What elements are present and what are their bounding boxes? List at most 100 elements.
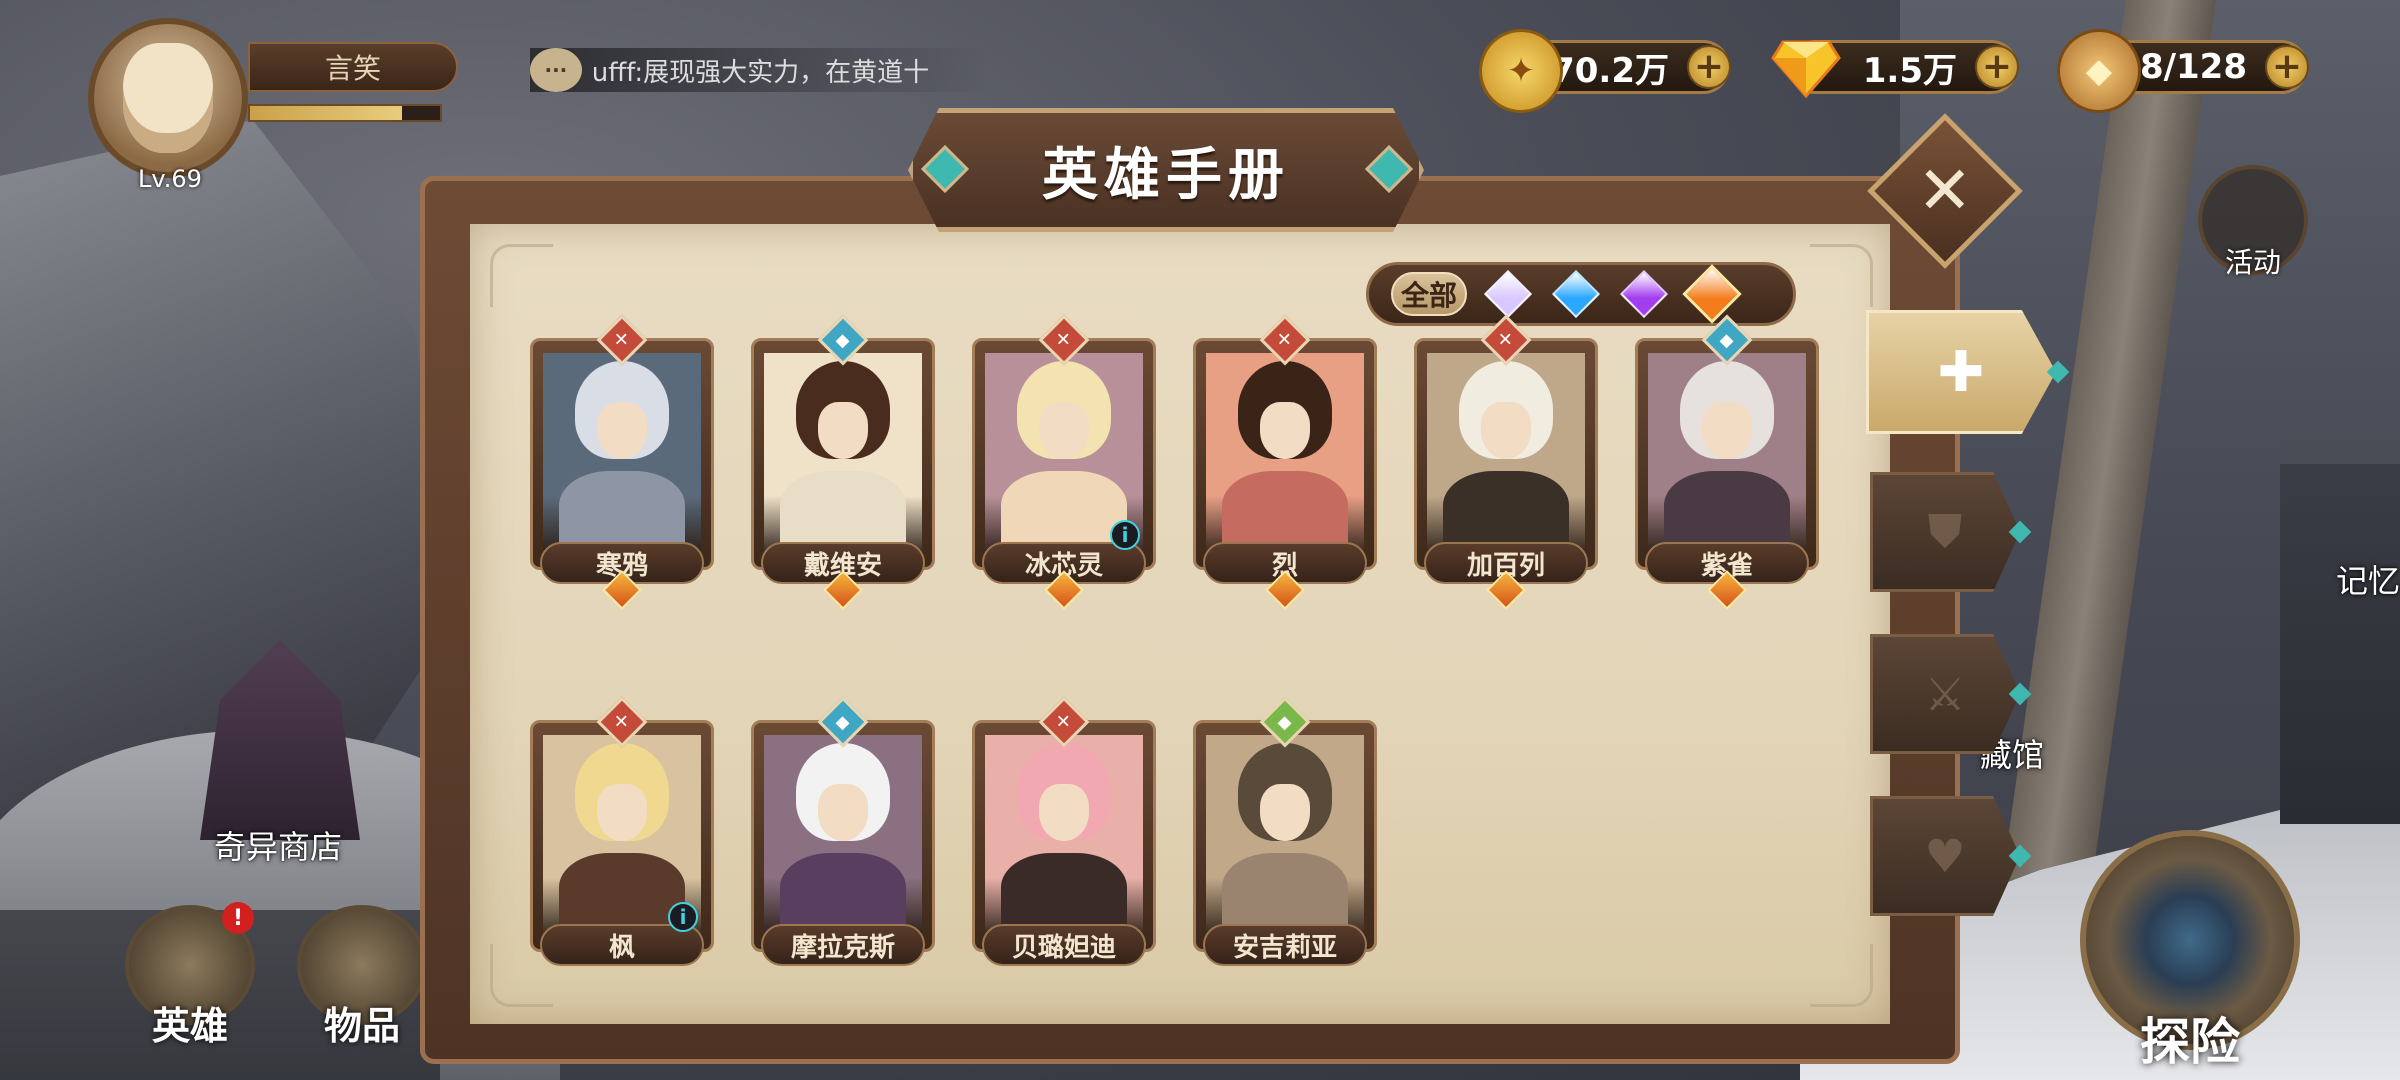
hero-card[interactable]: ✕ 枫 i (530, 696, 714, 966)
strange-shop-label[interactable]: 奇异商店 (214, 822, 342, 868)
hero-card-frame (1193, 338, 1377, 570)
chat-bubble-icon[interactable]: ··· (530, 48, 582, 92)
hero-card[interactable]: ✕ 贝璐妲迪 (972, 696, 1156, 966)
hero-nav-label: 英雄 (151, 1004, 228, 1048)
explore-button[interactable]: 探险 (2080, 830, 2300, 1071)
hero-card[interactable]: ◆ 紫雀 (1635, 314, 1819, 610)
hero-portrait (985, 735, 1143, 939)
tab-warrior[interactable]: ⚔ (1870, 634, 2020, 754)
exp-bar (248, 104, 442, 122)
role-glyph: ◆ (1720, 329, 1734, 351)
role-glyph: ◆ (836, 711, 850, 733)
hero-card[interactable]: ✕ 加百列 (1414, 314, 1598, 610)
hero-portrait (1206, 735, 1364, 939)
role-glyph: ✕ (614, 711, 630, 733)
hero-card-frame (1414, 338, 1598, 570)
close-icon: ✕ (1917, 152, 1973, 229)
chat-ticker[interactable]: ··· ufff:展现强大实力，在黄道十 (530, 48, 990, 92)
tab-support[interactable]: ♥ (1870, 796, 2020, 916)
hero-face (596, 401, 648, 460)
player-avatar[interactable] (88, 18, 248, 178)
hero-face (1038, 783, 1090, 842)
hero-card-frame (751, 720, 935, 952)
exp-bar-fill (250, 106, 402, 120)
diamond-icon (1767, 29, 1845, 107)
support-class-icon: ♥ (1924, 829, 1966, 883)
hero-face (1480, 401, 1532, 460)
memory-building[interactable] (2280, 440, 2400, 824)
gold-coin-icon: ✦ (1479, 29, 1563, 113)
filter-water-faction-button[interactable] (1549, 267, 1603, 321)
activity-button[interactable]: 活动 (2198, 165, 2308, 279)
info-icon[interactable]: i (1110, 520, 1140, 550)
hero-portrait (764, 353, 922, 557)
hero-face (1038, 401, 1090, 460)
tab-tank[interactable]: ⛊ (1870, 472, 2020, 592)
hero-card-frame (972, 720, 1156, 952)
items-nav-button[interactable]: 物品 (292, 900, 432, 1050)
items-nav-label: 物品 (323, 1004, 400, 1048)
role-glyph: ✕ (614, 329, 630, 351)
hero-face (817, 783, 869, 842)
role-glyph: ✕ (1056, 711, 1072, 733)
hero-portrait (1427, 353, 1585, 557)
hero-card[interactable]: ◆ 安吉莉亚 (1193, 696, 1377, 966)
filter-light-faction-button[interactable] (1481, 267, 1535, 321)
warrior-class-icon: ⚔ (1924, 667, 1966, 721)
hero-portrait (543, 353, 701, 557)
hero-face (596, 783, 648, 842)
light-faction-gem-icon (1483, 269, 1533, 319)
hero-portrait (1206, 353, 1364, 557)
add-gem-button[interactable]: + (1975, 45, 2019, 89)
hero-face (1259, 783, 1311, 842)
hero-face (1701, 401, 1753, 460)
info-icon[interactable]: i (668, 902, 698, 932)
corner-ornament (1810, 944, 1873, 1007)
hero-card[interactable]: ✕ 烈 (1193, 314, 1377, 610)
corner-ornament (1810, 244, 1873, 307)
activity-label: 活动 (2224, 246, 2281, 279)
hero-card[interactable]: ◆ 戴维安 (751, 314, 935, 610)
player-name: 言笑 (248, 42, 458, 92)
hero-card-frame (751, 338, 935, 570)
gold-resource: ✦ 70.2万 + (1479, 29, 1731, 113)
chat-message: ufff:展现强大实力，在黄道十 (591, 57, 930, 88)
corner-ornament (490, 244, 553, 307)
add-gold-button[interactable]: + (1687, 45, 1731, 89)
hero-card-frame (1635, 338, 1819, 570)
hero-name: 安吉莉亚 (1203, 924, 1367, 966)
player-level: Lv.69 (138, 165, 202, 193)
hero-portrait (764, 735, 922, 939)
filter-fire-faction-button[interactable] (1682, 264, 1742, 324)
panel-title-plate: 英雄手册 (908, 108, 1424, 232)
gem-resource: 1.5万 + (1771, 40, 2019, 98)
tab-all[interactable]: ✚ (1866, 310, 2056, 434)
hero-face (1259, 401, 1311, 460)
role-glyph: ✕ (1277, 329, 1293, 351)
fire-faction-gem-icon (1682, 264, 1742, 324)
role-glyph: ✕ (1498, 329, 1514, 351)
memory-label[interactable]: 记忆 (2336, 556, 2400, 602)
notification-badge: ! (222, 902, 254, 934)
food-basket-icon: ◆ (2057, 29, 2141, 113)
hero-card[interactable]: ✕ 寒鸦 (530, 314, 714, 610)
stamina-resource: ◆ 128/128 + (2057, 29, 2309, 113)
role-glyph: ✕ (1056, 329, 1072, 351)
hero-name: 摩拉克斯 (761, 924, 925, 966)
role-glyph: ◆ (836, 329, 850, 351)
filter-dark-faction-button[interactable] (1617, 267, 1671, 321)
hero-card-frame (1193, 720, 1377, 952)
add-stamina-button[interactable]: + (2265, 45, 2309, 89)
hero-name: 贝璐妲迪 (982, 924, 1146, 966)
role-glyph: ◆ (1278, 711, 1292, 733)
hero-nav-button[interactable]: 英雄 ! (120, 900, 260, 1050)
explore-label: 探险 (2140, 1013, 2240, 1071)
hero-portrait (1648, 353, 1806, 557)
hero-card-frame (530, 338, 714, 570)
tank-class-icon: ⛊ (1927, 504, 1963, 558)
hero-card[interactable]: ◆ 摩拉克斯 (751, 696, 935, 966)
all-class-icon: ✚ (1937, 339, 1985, 405)
avatar-face (123, 43, 213, 153)
filter-all-button[interactable]: 全部 (1391, 272, 1467, 316)
hero-card[interactable]: ✕ 冰芯灵 i (972, 314, 1156, 610)
